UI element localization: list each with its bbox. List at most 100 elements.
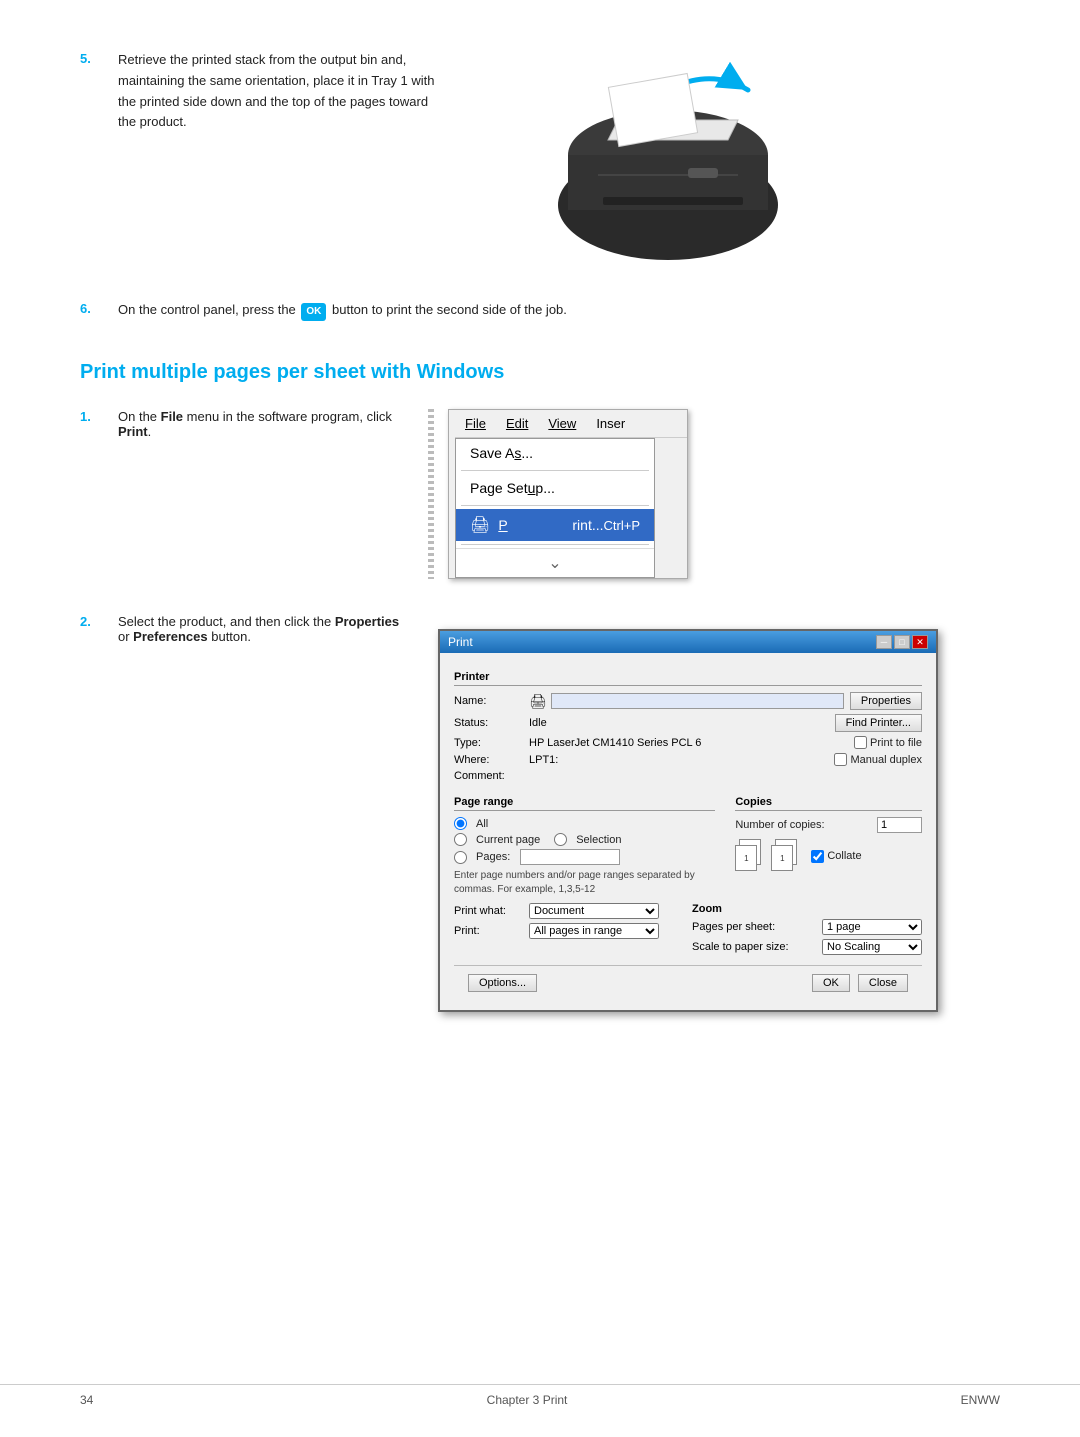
file-menu-screenshot: File Edit View Inser Save As... Page Set…: [448, 409, 688, 579]
minimize-btn[interactable]: ─: [876, 635, 892, 649]
step5-number: 5.: [80, 51, 110, 66]
ok-button[interactable]: OK: [812, 974, 850, 992]
selection-label: Selection: [576, 834, 621, 846]
menu-page-setup[interactable]: Page Setup...: [456, 474, 654, 502]
close-button[interactable]: Close: [858, 974, 908, 992]
print-select[interactable]: All pages in range: [529, 923, 659, 939]
dialog-titlebar: Print ─ □ ✕: [440, 631, 936, 653]
collate-checkbox[interactable]: [811, 850, 824, 863]
current-page-radio-row: Current page Selection: [454, 833, 715, 846]
step2-text-before: Select the product, and then click the: [118, 614, 335, 629]
zoom-section: Zoom Pages per sheet: 1 page Scale to pa…: [692, 903, 922, 959]
pages-hint: Enter page numbers and/or page ranges se…: [454, 869, 715, 897]
step5-text: Retrieve the printed stack from the outp…: [118, 50, 438, 133]
pages-per-sheet-label: Pages per sheet:: [692, 921, 822, 933]
where-value: LPT1:: [529, 754, 834, 766]
menu-print[interactable]: 🖨 Print... Ctrl+P: [456, 509, 654, 541]
name-label: Name:: [454, 695, 529, 707]
number-of-copies-label: Number of copies:: [735, 819, 877, 831]
scale-select[interactable]: No Scaling: [822, 939, 922, 955]
properties-button[interactable]: Properties: [850, 692, 922, 710]
status-label: Status:: [454, 717, 529, 729]
printer-name-input[interactable]: [551, 693, 844, 709]
page-range-section: Page range All Current page Selection: [454, 788, 715, 897]
manual-duplex-label: Manual duplex: [834, 753, 922, 766]
type-label: Type:: [454, 737, 529, 749]
status-value: Idle: [529, 717, 835, 729]
dialog-title: Print: [448, 635, 473, 649]
step6-number: 6.: [80, 301, 110, 316]
current-page-radio[interactable]: [454, 833, 467, 846]
pages-label: Pages:: [476, 851, 510, 863]
step1-text-middle: menu in the software program, click: [183, 409, 392, 424]
print-row: Print: All pages in range: [454, 923, 672, 939]
pages-per-sheet-select[interactable]: 1 page: [822, 919, 922, 935]
separator2: [461, 505, 649, 506]
pages-per-sheet-row: Pages per sheet: 1 page: [692, 919, 922, 935]
menu-inser[interactable]: Inser: [586, 414, 635, 433]
dialog-footer: Options... OK Close: [454, 965, 922, 1000]
menu-file[interactable]: File: [455, 414, 496, 433]
all-radio-row: All: [454, 817, 715, 830]
collate-img2: 1 1: [771, 839, 801, 873]
all-radio[interactable]: [454, 817, 467, 830]
step2-block: 2. Select the product, and then click th…: [80, 614, 1000, 1012]
zoom-section-label: Zoom: [692, 903, 922, 915]
comment-label: Comment:: [454, 770, 529, 782]
menu-bar: File Edit View Inser: [455, 410, 687, 438]
printer-name-row: Name: 🖨 Properties: [454, 692, 922, 710]
step5-block: 5. Retrieve the printed stack from the o…: [80, 50, 1000, 270]
step2-bold1: Properties: [335, 614, 399, 629]
scale-label: Scale to paper size:: [692, 941, 822, 953]
step1-block: 1. On the File menu in the software prog…: [80, 409, 1000, 579]
menu-view[interactable]: View: [538, 414, 586, 433]
copies-input[interactable]: [877, 817, 922, 833]
print-what-section: Print what: Document Print: All pages in…: [454, 903, 672, 959]
separator3: [461, 544, 649, 545]
type-row: Type: HP LaserJet CM1410 Series PCL 6 Pr…: [454, 736, 922, 749]
print-to-file-checkbox[interactable]: [854, 736, 867, 749]
step2-text-end: button.: [208, 629, 251, 644]
step1-text-end: .: [148, 424, 152, 439]
ok-close-buttons: OK Close: [812, 974, 908, 992]
options-button[interactable]: Options...: [468, 974, 537, 992]
range-copies-container: Page range All Current page Selection: [454, 788, 922, 897]
menu-edit[interactable]: Edit: [496, 414, 538, 433]
file-menu-screenshot-container: File Edit View Inser Save As... Page Set…: [428, 409, 688, 579]
printer-illustration: [458, 50, 798, 270]
pages-input[interactable]: [520, 849, 620, 865]
current-page-label: Current page: [476, 834, 540, 846]
step2-bold2: Preferences: [133, 629, 207, 644]
page-range-label: Page range: [454, 796, 715, 811]
print-what-select[interactable]: Document: [529, 903, 659, 919]
all-label: All: [476, 818, 488, 830]
print-label: Print:: [454, 925, 529, 937]
pages-radio[interactable]: [454, 851, 467, 864]
step1-bold2: Print: [118, 424, 148, 439]
selection-radio[interactable]: [554, 833, 567, 846]
step2-text-middle: or: [118, 629, 133, 644]
print-dialog: Print ─ □ ✕ Printer Name: 🖨 Properties S…: [438, 629, 938, 1012]
footer-chapter-text: Chapter 3 Print: [487, 1393, 568, 1407]
print-to-file-label: Print to file: [854, 736, 922, 749]
restore-btn[interactable]: □: [894, 635, 910, 649]
step6-block: 6. On the control panel, press the OK bu…: [80, 300, 1000, 321]
step5-image-area: [438, 50, 1000, 270]
find-printer-button[interactable]: Find Printer...: [835, 714, 922, 732]
footer-page-number: 34: [80, 1393, 93, 1407]
dialog-body: Printer Name: 🖨 Properties Status: Idle …: [440, 653, 936, 1010]
collate-row: 2 1 1 1 Collate: [735, 839, 922, 873]
type-value: HP LaserJet CM1410 Series PCL 6: [529, 737, 854, 749]
step1-number: 1.: [80, 409, 91, 424]
step1-text-before: On the: [118, 409, 161, 424]
collate-checkbox-label: Collate: [811, 850, 861, 863]
menu-save-as[interactable]: Save As...: [456, 439, 654, 467]
close-btn[interactable]: ✕: [912, 635, 928, 649]
step6-text-after: button to print the second side of the j…: [328, 302, 567, 317]
printer-section-label: Printer: [454, 671, 922, 686]
comment-row: Comment:: [454, 770, 922, 782]
collate-images: 2 1 1 1: [735, 839, 801, 873]
page: 5. Retrieve the printed stack from the o…: [0, 0, 1080, 1437]
collate-img1: 2 1: [735, 839, 765, 873]
manual-duplex-checkbox[interactable]: [834, 753, 847, 766]
